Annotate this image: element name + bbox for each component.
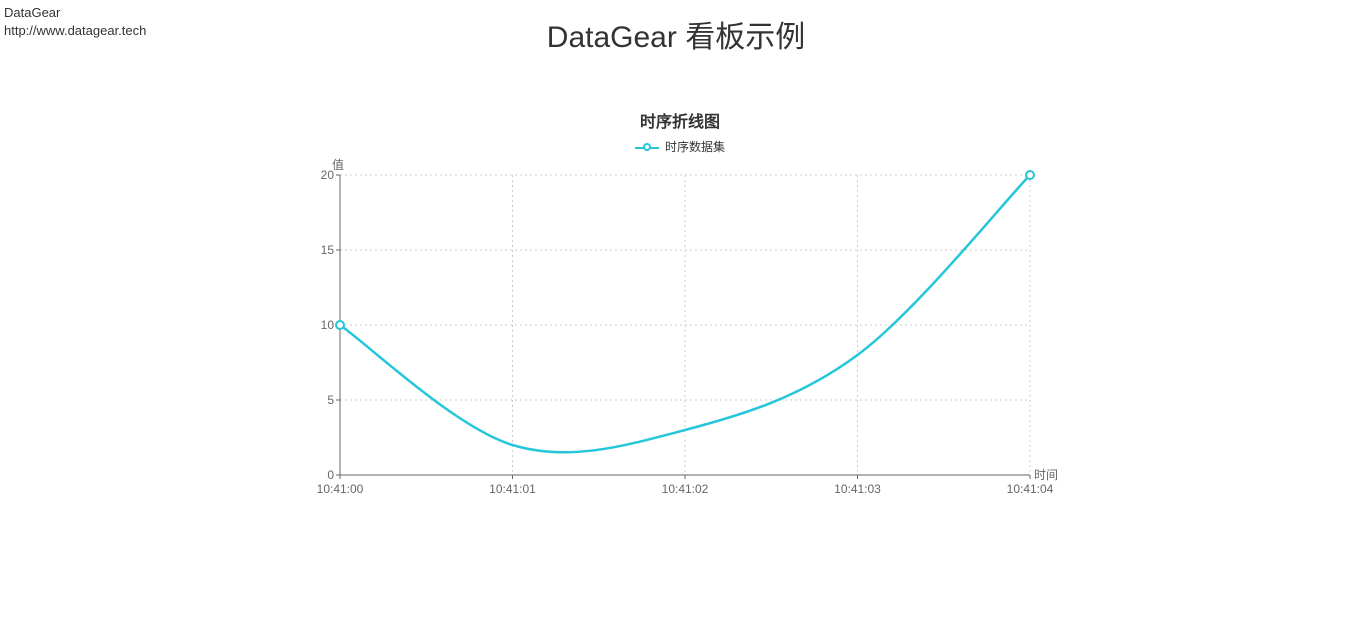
chart-legend[interactable]: 时序数据集	[300, 138, 1060, 155]
chart-container: 时序折线图 时序数据集 0510152010:41:0010:41:0110:4…	[300, 100, 1060, 520]
legend-marker-icon	[635, 141, 659, 153]
line-chart[interactable]: 0510152010:41:0010:41:0110:41:0210:41:03…	[300, 155, 1060, 515]
svg-text:10:41:01: 10:41:01	[489, 482, 536, 496]
chart-title: 时序折线图	[300, 108, 1060, 132]
legend-label: 时序数据集	[665, 138, 725, 155]
svg-text:时间: 时间	[1034, 468, 1058, 482]
svg-text:10:41:02: 10:41:02	[662, 482, 709, 496]
svg-text:10:41:04: 10:41:04	[1007, 482, 1054, 496]
svg-text:15: 15	[321, 243, 335, 257]
svg-text:10: 10	[321, 318, 335, 332]
svg-text:10:41:00: 10:41:00	[317, 482, 364, 496]
svg-text:值: 值	[332, 157, 344, 172]
svg-text:10:41:03: 10:41:03	[834, 482, 881, 496]
svg-text:5: 5	[327, 393, 334, 407]
svg-text:0: 0	[327, 468, 334, 482]
page-title: DataGear 看板示例	[0, 12, 1352, 56]
